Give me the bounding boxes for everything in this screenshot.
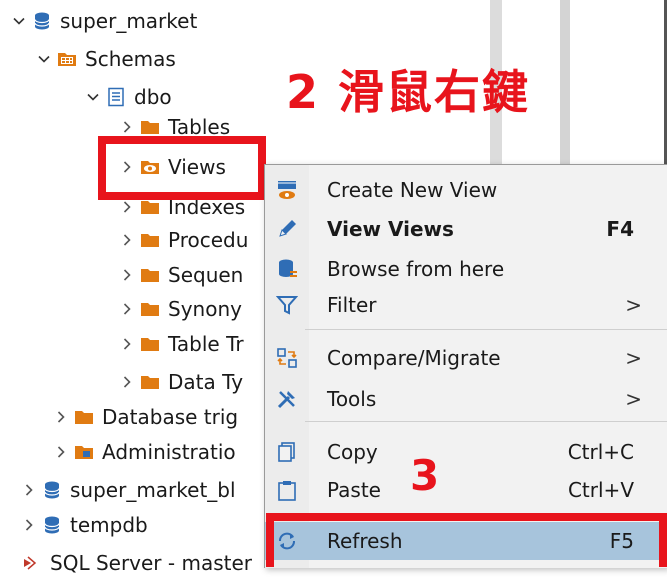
chevron-down-icon[interactable] [86, 90, 100, 104]
submenu-arrow-icon: > [625, 293, 642, 317]
menu-separator [305, 421, 667, 422]
tree-node-super-market[interactable]: super_market [12, 6, 197, 36]
tree-node-label: Data Ty [168, 370, 244, 394]
menu-item-view-views[interactable]: View Views F4 [265, 211, 667, 247]
schema-icon [106, 87, 126, 107]
tree-node-tempdb[interactable]: tempdb [22, 510, 148, 540]
chevron-right-icon[interactable] [54, 445, 68, 459]
tree-node-administration[interactable]: Administratio [54, 437, 236, 467]
tree-node-label: Administratio [102, 440, 236, 464]
folder-icon [140, 299, 160, 319]
database-browse-icon [275, 257, 299, 281]
panel-divider [560, 0, 570, 164]
database-icon [42, 515, 62, 535]
menu-item-label: View Views [327, 217, 454, 241]
tree-node-label: Schemas [85, 47, 176, 71]
annotation-step-3: 3 [410, 451, 440, 500]
menu-item-filter[interactable]: Filter > [265, 287, 667, 323]
tools-icon [275, 387, 299, 411]
highlight-box-views [98, 136, 266, 200]
chevron-right-icon[interactable] [120, 200, 134, 214]
annotation-step-2: 2 滑鼠右鍵 [286, 65, 531, 119]
tree-node-data-types[interactable]: Data Ty [120, 367, 243, 397]
tree-node-label: Synony [168, 297, 242, 321]
menu-item-label: Copy [327, 440, 378, 464]
view-add-icon [275, 178, 299, 202]
folder-icon [140, 230, 160, 250]
filter-icon [275, 293, 299, 317]
menu-item-label: Compare/Migrate [327, 346, 501, 370]
chevron-right-icon[interactable] [120, 268, 134, 282]
tree-node-procedures[interactable]: Procedu [120, 225, 248, 255]
menu-item-label: Create New View [327, 178, 498, 202]
paste-icon [275, 478, 299, 502]
chevron-down-icon[interactable] [12, 14, 26, 28]
menu-item-label: Browse from here [327, 257, 505, 281]
tree-node-label: super_market_bl [70, 478, 236, 502]
tree-node-label: Table Tr [168, 332, 244, 356]
menu-item-label: Tools [327, 387, 377, 411]
tree-node-label: tempdb [70, 513, 148, 537]
compare-icon [275, 346, 299, 370]
submenu-arrow-icon: > [625, 346, 642, 370]
menu-item-tools[interactable]: Tools > [265, 381, 667, 417]
menu-item-label: Paste [327, 478, 381, 502]
menu-item-shortcut: Ctrl+V [567, 478, 634, 502]
folder-icon [74, 407, 94, 427]
chevron-right-icon[interactable] [54, 410, 68, 424]
submenu-arrow-icon: > [625, 387, 642, 411]
chevron-right-icon[interactable] [120, 302, 134, 316]
tree-node-label: Procedu [168, 228, 249, 252]
folder-icon [140, 117, 160, 137]
tree-node-synonyms[interactable]: Synony [120, 294, 242, 324]
menu-separator [305, 329, 667, 330]
menu-item-shortcut: F4 [606, 217, 634, 241]
tree-node-schemas[interactable]: Schemas [37, 44, 176, 74]
chevron-right-icon[interactable] [22, 483, 36, 497]
administration-folder-icon [74, 442, 94, 462]
chevron-right-icon[interactable] [120, 233, 134, 247]
tree-node-label: super_market [60, 9, 198, 33]
folder-icon [140, 372, 160, 392]
chevron-right-icon[interactable] [120, 120, 134, 134]
menu-item-copy[interactable]: Copy Ctrl+C [265, 434, 667, 470]
server-connection-icon [22, 553, 42, 573]
menu-item-shortcut: Ctrl+C [567, 440, 634, 464]
tree-node-dbo[interactable]: dbo [86, 82, 172, 112]
tree-node-database-triggers[interactable]: Database trig [54, 402, 238, 432]
tree-node-label: Database trig [102, 405, 239, 429]
folder-icon [140, 197, 160, 217]
context-menu: Create New View View Views F4 Browse fro… [264, 164, 667, 568]
tree-node-label: Sequen [168, 263, 244, 287]
menu-item-create-new-view[interactable]: Create New View [265, 172, 667, 208]
tree-node-label: SQL Server - master [50, 551, 252, 575]
folder-icon [140, 265, 160, 285]
folder-icon [140, 334, 160, 354]
tree-node-sequences[interactable]: Sequen [120, 260, 243, 290]
chevron-right-icon[interactable] [22, 518, 36, 532]
menu-item-label: Filter [327, 293, 377, 317]
database-icon [42, 480, 62, 500]
schemas-folder-icon [57, 49, 77, 69]
tree-node-label: dbo [134, 85, 172, 109]
highlight-box-refresh [266, 513, 667, 567]
menu-item-browse-from-here[interactable]: Browse from here [265, 251, 667, 287]
chevron-right-icon[interactable] [120, 375, 134, 389]
chevron-right-icon[interactable] [120, 337, 134, 351]
tree-node-sql-server-master[interactable]: SQL Server - master [22, 548, 252, 578]
menu-item-compare-migrate[interactable]: Compare/Migrate > [265, 340, 667, 376]
database-icon [32, 11, 52, 31]
tree-node-table-triggers[interactable]: Table Tr [120, 329, 244, 359]
tree-node-super-market-bl[interactable]: super_market_bl [22, 475, 236, 505]
pencil-icon [275, 217, 299, 241]
copy-icon [275, 440, 299, 464]
chevron-down-icon[interactable] [37, 52, 51, 66]
menu-item-paste[interactable]: Paste Ctrl+V [265, 472, 667, 508]
